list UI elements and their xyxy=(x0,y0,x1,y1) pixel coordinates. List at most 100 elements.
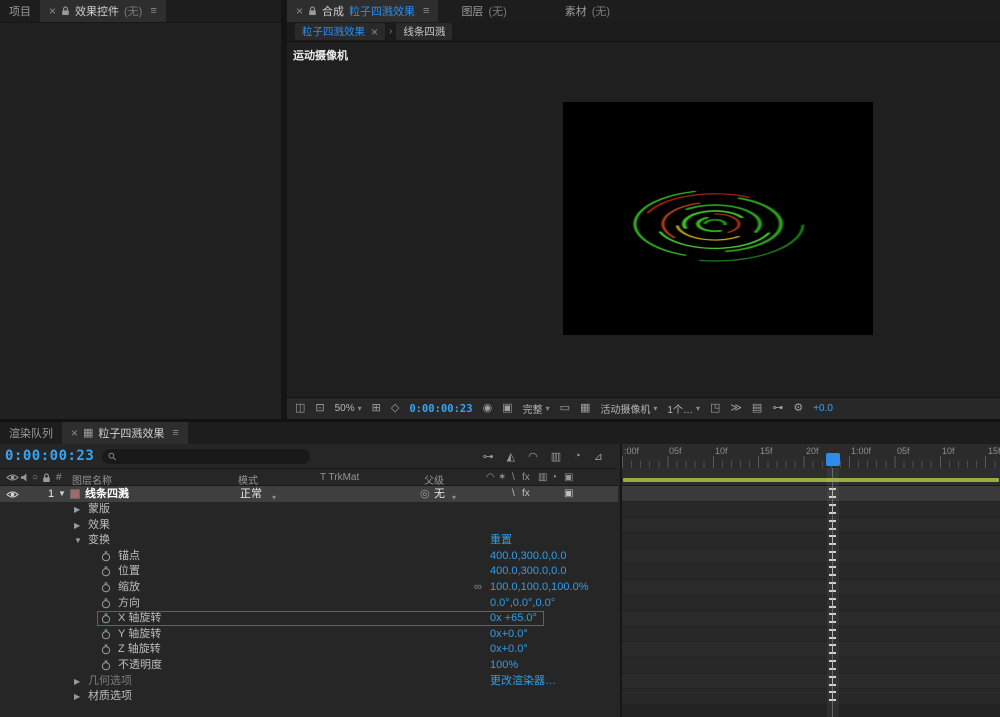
layer-3d-switch[interactable]: ▣ xyxy=(564,486,573,502)
motion-blur-icon[interactable]: ◔ xyxy=(574,450,581,463)
twirl-open-icon[interactable]: ▼ xyxy=(58,486,66,502)
playhead-handle[interactable] xyxy=(826,453,840,466)
tab-layer[interactable]: 图层 (无) xyxy=(452,0,515,22)
exposure-value[interactable]: +0.0 xyxy=(813,403,833,414)
flowchart-icon[interactable]: ⊶ xyxy=(772,403,783,414)
close-icon[interactable]: × xyxy=(71,427,78,439)
panel-menu-icon[interactable]: ≡ xyxy=(150,5,156,17)
property-row-anchor-point[interactable]: 锚点 400.0,300.0,0.0 xyxy=(0,549,618,565)
tab-composition[interactable]: × 合成 粒子四溅效果 ≡ xyxy=(287,0,438,22)
show-snapshot-icon[interactable]: ▣ xyxy=(502,403,512,414)
viewer-timecode[interactable]: 0:00:00:23 xyxy=(409,403,472,415)
magnification-dropdown[interactable]: 50% ▾ xyxy=(335,403,362,414)
layer-parent-dropdown[interactable]: 无 xyxy=(434,486,445,502)
property-value[interactable]: 0x+0.0° xyxy=(490,627,528,642)
tab-effect-controls[interactable]: × 效果控件 (无) ≡ xyxy=(40,0,166,22)
layer-row[interactable]: 1 ▼ 线条四溅 正常 ▾ ◎ 无 ▾ \ fx ▣ xyxy=(0,486,618,502)
graph-editor-icon[interactable]: ⊿ xyxy=(594,450,603,463)
stopwatch-icon[interactable] xyxy=(101,613,111,624)
group-row-material-options[interactable]: ▶ 材质选项 xyxy=(0,689,618,705)
group-row-geometry-options[interactable]: ▶ 几何选项 更改渲染器… xyxy=(0,674,618,690)
panel-menu-icon[interactable]: ≡ xyxy=(423,5,429,17)
layer-mode-dropdown[interactable]: 正常 xyxy=(240,486,262,502)
stopwatch-icon[interactable] xyxy=(101,582,111,593)
layer-quality-switch[interactable]: \ xyxy=(512,486,515,502)
timeline-button-icon[interactable]: ▤ xyxy=(752,403,762,414)
track-row[interactable] xyxy=(622,564,1000,580)
snapshot-icon[interactable]: ◉ xyxy=(483,403,493,414)
property-row-y-rotation[interactable]: Y 轴旋转 0x+0.0° xyxy=(0,627,618,643)
layer-color-chip[interactable] xyxy=(70,489,80,499)
property-value[interactable]: 100% xyxy=(490,658,518,673)
pixel-aspect-icon[interactable]: ◳ xyxy=(710,403,720,414)
search-input[interactable] xyxy=(121,451,305,462)
stopwatch-icon[interactable] xyxy=(101,660,111,671)
tab-project[interactable]: 项目 xyxy=(0,0,40,22)
tab-timeline-comp[interactable]: × ▦ 粒子四溅效果 ≡ xyxy=(62,422,188,444)
panel-menu-icon[interactable]: ≡ xyxy=(172,427,178,439)
breadcrumb-layer-chip[interactable]: 线条四溅 xyxy=(396,23,452,40)
twirl-closed-icon[interactable]: ▶ xyxy=(74,502,80,517)
property-value[interactable]: 0.0°,0.0°,0.0° xyxy=(490,596,555,611)
track-row[interactable] xyxy=(622,658,1000,674)
track-row[interactable] xyxy=(622,549,1000,565)
current-timecode[interactable]: 0:00:00:23 xyxy=(5,448,94,464)
close-icon[interactable]: × xyxy=(371,26,378,38)
track-row[interactable] xyxy=(622,596,1000,612)
view-layout-dropdown[interactable]: 1个… ▾ xyxy=(667,401,700,416)
stopwatch-icon[interactable] xyxy=(101,629,111,640)
track-row[interactable] xyxy=(622,674,1000,690)
property-row-z-rotation[interactable]: Z 轴旋转 0x+0.0° xyxy=(0,642,618,658)
tab-render-queue[interactable]: 渲染队列 xyxy=(0,422,62,444)
group-row-effects[interactable]: ▶ 效果 xyxy=(0,518,618,534)
parent-pickwhip-icon[interactable]: ◎ xyxy=(420,486,430,502)
property-row-scale[interactable]: 缩放 ∞ 100.0,100.0,100.0% xyxy=(0,580,618,596)
reset-exposure-icon[interactable]: ⚙ xyxy=(793,403,803,414)
layer-duration-bar[interactable] xyxy=(622,486,1000,502)
property-row-orientation[interactable]: 方向 0.0°,0.0°,0.0° xyxy=(0,596,618,612)
work-area-bar[interactable] xyxy=(623,478,999,482)
track-row[interactable] xyxy=(622,502,1000,518)
region-of-interest-icon[interactable]: ▭ xyxy=(560,403,570,414)
property-value[interactable]: 400.0,300.0,0.0 xyxy=(490,564,566,579)
property-value[interactable]: 0x+0.0° xyxy=(490,642,528,657)
composition-frame[interactable] xyxy=(563,102,873,335)
change-renderer-link[interactable]: 更改渲染器… xyxy=(490,674,556,689)
layer-name[interactable]: 线条四溅 xyxy=(85,486,129,502)
track-row[interactable] xyxy=(622,611,1000,627)
3d-view-dropdown[interactable]: 活动摄像机 ▾ xyxy=(600,401,657,416)
stopwatch-icon[interactable] xyxy=(101,566,111,577)
main-viewer-icon[interactable]: ⊡ xyxy=(315,403,324,414)
stopwatch-icon[interactable] xyxy=(101,644,111,655)
track-row[interactable] xyxy=(622,533,1000,549)
timeline-search[interactable] xyxy=(102,449,310,464)
group-row-masks[interactable]: ▶ 蒙版 xyxy=(0,502,618,518)
transparency-grid-icon[interactable]: ▦ xyxy=(580,403,590,414)
mini-flowchart-icon[interactable]: ⊶ xyxy=(483,450,494,463)
property-value[interactable]: 400.0,300.0,0.0 xyxy=(490,549,566,564)
hide-shy-icon[interactable]: ◠ xyxy=(528,450,538,463)
property-row-x-rotation[interactable]: X 轴旋转 0x +65.0° xyxy=(0,611,618,627)
fast-preview-icon[interactable]: ≫ xyxy=(730,403,742,414)
stopwatch-icon[interactable] xyxy=(101,598,111,609)
link-icon[interactable]: ∞ xyxy=(474,580,482,595)
track-row[interactable] xyxy=(622,518,1000,534)
track-row[interactable] xyxy=(622,642,1000,658)
lock-icon[interactable] xyxy=(61,6,70,16)
track-row[interactable] xyxy=(622,580,1000,596)
track-row[interactable] xyxy=(622,627,1000,643)
always-preview-icon[interactable]: ◫ xyxy=(295,403,305,414)
property-row-position[interactable]: 位置 400.0,300.0,0.0 xyxy=(0,564,618,580)
time-ruler[interactable]: :00f 05f 10f 15f 20f 1:00f 05f 10f 15f xyxy=(622,444,1000,468)
property-value[interactable]: 0x +65.0° xyxy=(490,611,537,626)
breadcrumb-comp-chip[interactable]: 粒子四溅效果 × xyxy=(295,23,385,40)
stopwatch-icon[interactable] xyxy=(101,551,111,562)
twirl-closed-icon[interactable]: ▶ xyxy=(74,518,80,533)
twirl-closed-icon[interactable]: ▶ xyxy=(74,689,80,704)
twirl-closed-icon[interactable]: ▶ xyxy=(74,674,80,689)
layer-effects-switch[interactable]: fx xyxy=(522,486,530,502)
property-value[interactable]: 100.0,100.0,100.0% xyxy=(490,580,588,595)
resolution-dropdown[interactable]: 完整 ▾ xyxy=(523,401,550,416)
frame-blend-icon[interactable]: ▥ xyxy=(551,450,561,463)
composition-viewer[interactable]: 运动摄像机 xyxy=(287,41,1000,397)
